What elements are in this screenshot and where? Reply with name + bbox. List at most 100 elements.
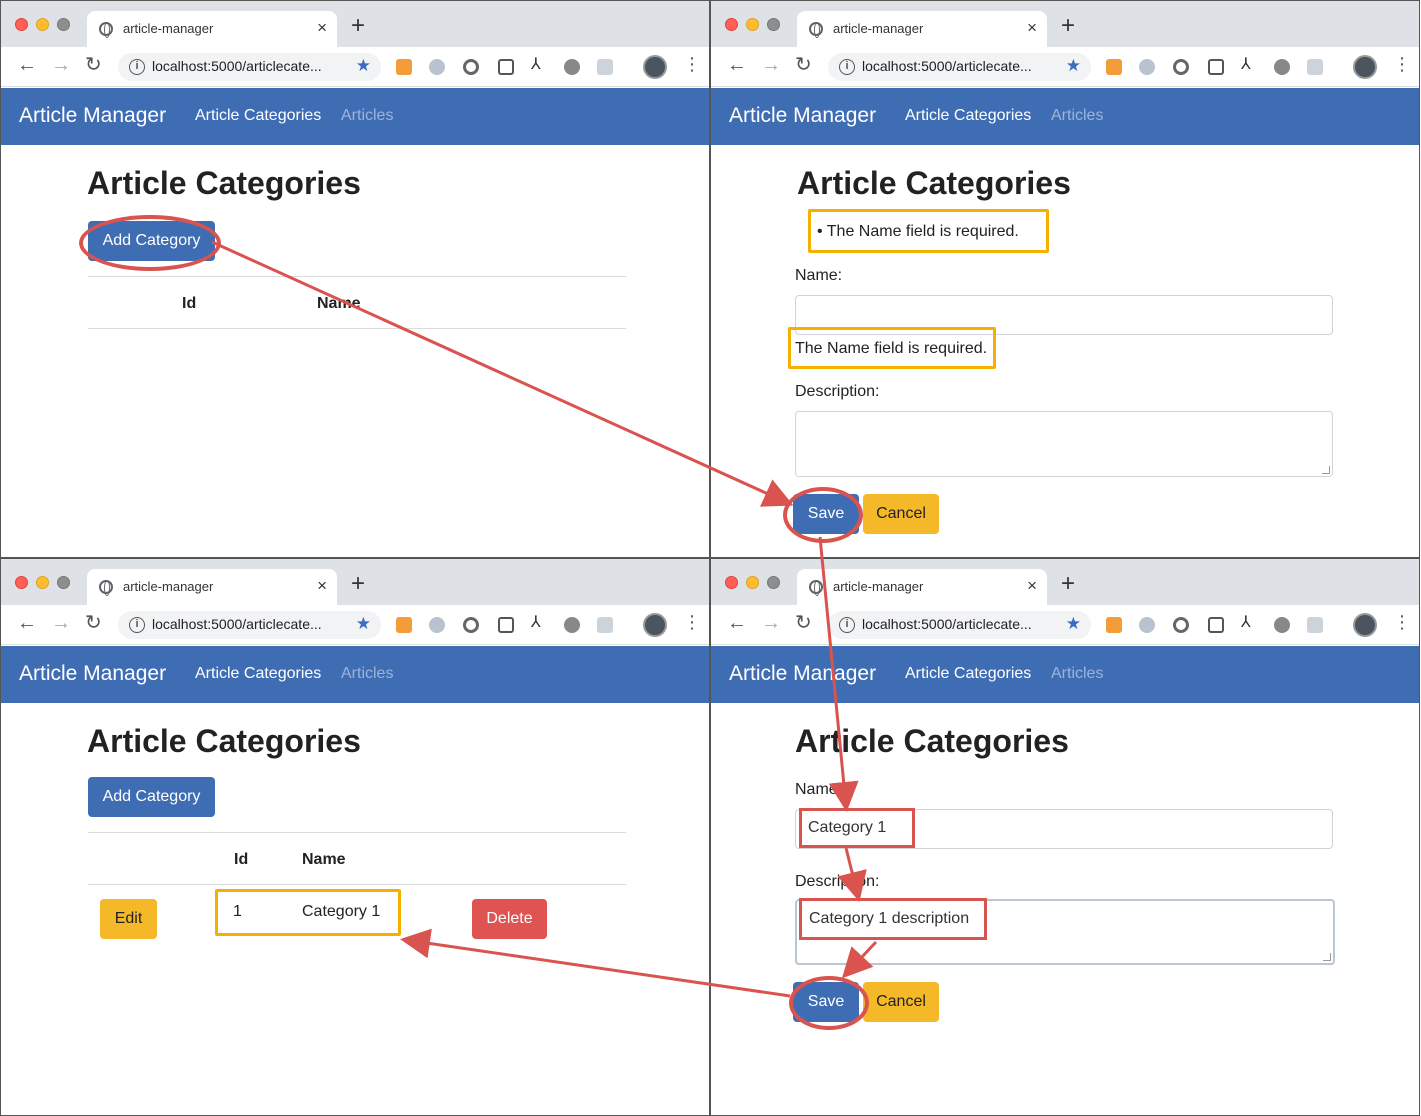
cancel-button[interactable]: Cancel: [863, 494, 939, 534]
info-icon[interactable]: i: [129, 59, 145, 75]
extension-icon[interactable]: [1274, 59, 1290, 75]
extension-icon[interactable]: [1173, 59, 1189, 75]
extension-icon[interactable]: [1106, 617, 1122, 633]
extension-icon[interactable]: [564, 617, 580, 633]
extension-icon[interactable]: ⅄: [531, 57, 541, 73]
brand-link[interactable]: Article Manager: [19, 662, 166, 686]
close-tab-icon[interactable]: ×: [317, 18, 327, 38]
profile-avatar[interactable]: [643, 613, 667, 637]
address-bar[interactable]: i localhost:5000/articlecate... ★: [828, 611, 1091, 639]
new-tab-icon[interactable]: +: [1061, 572, 1075, 596]
back-arrow-icon[interactable]: ←: [727, 613, 747, 633]
extension-icon[interactable]: [1208, 59, 1224, 75]
menu-dots-icon[interactable]: ⋮: [1393, 55, 1411, 73]
info-icon[interactable]: i: [839, 59, 855, 75]
info-icon[interactable]: i: [839, 617, 855, 633]
address-bar[interactable]: i localhost:5000/articlecate... ★: [828, 53, 1091, 81]
minimize-window-dot[interactable]: [746, 18, 759, 31]
close-window-dot[interactable]: [15, 576, 28, 589]
resize-grip[interactable]: [1323, 953, 1331, 961]
reload-icon[interactable]: ↻: [85, 613, 102, 633]
extension-icon[interactable]: [463, 617, 479, 633]
close-window-dot[interactable]: [725, 18, 738, 31]
bookmark-star-icon[interactable]: ★: [356, 56, 371, 76]
info-icon[interactable]: i: [129, 617, 145, 633]
url-text[interactable]: localhost:5000/articlecate...: [152, 616, 322, 632]
nav-link-articles[interactable]: Articles: [1051, 107, 1103, 125]
delete-button[interactable]: Delete: [472, 899, 547, 939]
bookmark-star-icon[interactable]: ★: [1066, 614, 1081, 634]
forward-arrow-icon[interactable]: →: [761, 55, 781, 75]
cancel-button[interactable]: Cancel: [863, 982, 939, 1022]
extension-icon[interactable]: [498, 59, 514, 75]
url-text[interactable]: localhost:5000/articlecate...: [862, 616, 1032, 632]
profile-avatar[interactable]: [1353, 613, 1377, 637]
maximize-window-dot[interactable]: [57, 576, 70, 589]
reload-icon[interactable]: ↻: [795, 613, 812, 633]
url-text[interactable]: localhost:5000/articlecate...: [862, 58, 1032, 74]
new-tab-icon[interactable]: +: [351, 14, 365, 38]
url-text[interactable]: localhost:5000/articlecate...: [152, 58, 322, 74]
extension-icon[interactable]: [429, 59, 445, 75]
nav-link-article-categories[interactable]: Article Categories: [195, 107, 321, 125]
new-tab-icon[interactable]: +: [351, 572, 365, 596]
back-arrow-icon[interactable]: ←: [17, 55, 37, 75]
extension-icon[interactable]: [1307, 59, 1323, 75]
resize-grip[interactable]: [1322, 466, 1330, 474]
brand-link[interactable]: Article Manager: [729, 104, 876, 128]
extension-icon[interactable]: [498, 617, 514, 633]
brand-link[interactable]: Article Manager: [19, 104, 166, 128]
nav-link-articles[interactable]: Articles: [341, 107, 393, 125]
extension-icon[interactable]: [429, 617, 445, 633]
extension-icon[interactable]: [597, 617, 613, 633]
extension-icon[interactable]: ⅄: [1241, 57, 1251, 73]
bookmark-star-icon[interactable]: ★: [356, 614, 371, 634]
new-tab-icon[interactable]: +: [1061, 14, 1075, 38]
minimize-window-dot[interactable]: [36, 18, 49, 31]
forward-arrow-icon[interactable]: →: [761, 613, 781, 633]
browser-tab[interactable]: article-manager ×: [797, 569, 1047, 605]
extension-icon[interactable]: [1106, 59, 1122, 75]
nav-link-article-categories[interactable]: Article Categories: [195, 665, 321, 683]
bookmark-star-icon[interactable]: ★: [1066, 56, 1081, 76]
extension-icon[interactable]: ⅄: [531, 615, 541, 631]
browser-tab[interactable]: article-manager ×: [87, 569, 337, 605]
extension-icon[interactable]: [463, 59, 479, 75]
profile-avatar[interactable]: [1353, 55, 1377, 79]
extension-icon[interactable]: [1139, 617, 1155, 633]
menu-dots-icon[interactable]: ⋮: [683, 55, 701, 73]
close-tab-icon[interactable]: ×: [1027, 576, 1037, 596]
extension-icon[interactable]: [396, 617, 412, 633]
profile-avatar[interactable]: [643, 55, 667, 79]
close-tab-icon[interactable]: ×: [1027, 18, 1037, 38]
maximize-window-dot[interactable]: [57, 18, 70, 31]
extension-icon[interactable]: ⅄: [1241, 615, 1251, 631]
browser-tab[interactable]: article-manager ×: [797, 11, 1047, 47]
menu-dots-icon[interactable]: ⋮: [683, 613, 701, 631]
extension-icon[interactable]: [1307, 617, 1323, 633]
minimize-window-dot[interactable]: [746, 576, 759, 589]
reload-icon[interactable]: ↻: [795, 55, 812, 75]
close-window-dot[interactable]: [725, 576, 738, 589]
maximize-window-dot[interactable]: [767, 576, 780, 589]
extension-icon[interactable]: [1139, 59, 1155, 75]
browser-tab[interactable]: article-manager ×: [87, 11, 337, 47]
nav-link-article-categories[interactable]: Article Categories: [905, 665, 1031, 683]
nav-link-articles[interactable]: Articles: [1051, 665, 1103, 683]
minimize-window-dot[interactable]: [36, 576, 49, 589]
extension-icon[interactable]: [1208, 617, 1224, 633]
extension-icon[interactable]: [1173, 617, 1189, 633]
close-tab-icon[interactable]: ×: [317, 576, 327, 596]
nav-link-article-categories[interactable]: Article Categories: [905, 107, 1031, 125]
extension-icon[interactable]: [564, 59, 580, 75]
back-arrow-icon[interactable]: ←: [727, 55, 747, 75]
forward-arrow-icon[interactable]: →: [51, 55, 71, 75]
extension-icon[interactable]: [396, 59, 412, 75]
close-window-dot[interactable]: [15, 18, 28, 31]
extension-icon[interactable]: [597, 59, 613, 75]
maximize-window-dot[interactable]: [767, 18, 780, 31]
forward-arrow-icon[interactable]: →: [51, 613, 71, 633]
description-textarea[interactable]: [795, 411, 1333, 477]
edit-button[interactable]: Edit: [100, 899, 157, 939]
nav-link-articles[interactable]: Articles: [341, 665, 393, 683]
